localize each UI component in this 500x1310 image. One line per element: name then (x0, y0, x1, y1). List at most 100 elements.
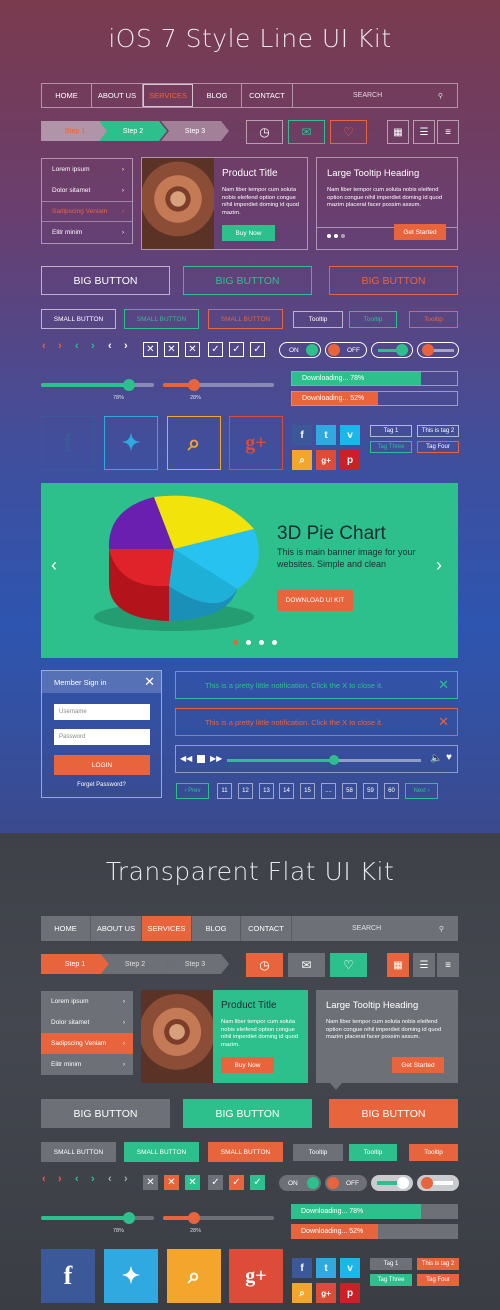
tag[interactable]: This is tag 2 (417, 425, 459, 437)
toggle-green[interactable] (371, 342, 413, 358)
username-field[interactable]: Username (54, 704, 150, 720)
tag[interactable]: This is tag 2 (417, 1258, 459, 1270)
search-input[interactable]: SEARCH ⚲ (293, 84, 457, 107)
dot[interactable] (341, 234, 345, 238)
menu-item-lorem[interactable]: Lorem ipsum › (41, 991, 133, 1012)
nav-services[interactable]: SERVICES (142, 916, 192, 941)
pagination-next[interactable]: Next › (405, 783, 438, 799)
slide-dot[interactable] (246, 640, 251, 645)
step-2[interactable]: Step 2 (99, 121, 167, 141)
chevron-right-icon[interactable]: › (436, 555, 442, 576)
facebook-icon[interactable]: f (292, 425, 312, 445)
grid-icon[interactable]: ▦ (387, 120, 409, 144)
forgot-password-link[interactable]: Forget Password? (42, 782, 161, 788)
get-started-button[interactable]: Get Started (394, 224, 446, 240)
close-icon[interactable]: ✕ (164, 1175, 179, 1190)
vimeo-icon[interactable]: v (340, 425, 360, 445)
stop-icon[interactable] (197, 755, 205, 763)
gplus-icon[interactable]: g+ (316, 1283, 336, 1303)
small-button-green[interactable]: SMALL BUTTON (124, 309, 199, 329)
small-button-grey[interactable]: SMALL BUTTON (41, 1142, 116, 1162)
nav-about[interactable]: ABOUT US (92, 84, 143, 107)
check-icon[interactable]: ✓ (208, 342, 223, 357)
nav-blog[interactable]: BLOG (193, 84, 242, 107)
rss-icon[interactable]: ⌕ (292, 450, 312, 470)
search-icon[interactable]: ⚲ (438, 92, 443, 100)
step-3[interactable]: Step 3 (161, 954, 229, 974)
step-3[interactable]: Step 3 (161, 121, 229, 141)
heart-icon[interactable]: ♥ (446, 752, 452, 763)
nav-contact[interactable]: CONTACT (242, 84, 293, 107)
close-icon[interactable]: ✕ (438, 677, 449, 693)
page-link[interactable]: 11 (217, 783, 232, 799)
toggle-orange[interactable] (417, 342, 459, 358)
tag[interactable]: Tag Three (370, 1274, 412, 1286)
slide-dot[interactable] (233, 640, 238, 645)
menu-item-lorem[interactable]: Lorem ipsum › (42, 159, 132, 180)
nav-home[interactable]: HOME (41, 916, 91, 941)
dot[interactable] (334, 234, 338, 238)
vimeo-icon[interactable]: v (340, 1258, 360, 1278)
chevron-left-icon[interactable]: ‹ (108, 340, 112, 352)
nav-home[interactable]: HOME (42, 84, 92, 107)
heart-icon[interactable]: ♡ (330, 120, 367, 144)
slide-dot[interactable] (259, 640, 264, 645)
chevron-right-icon[interactable]: › (58, 1173, 62, 1185)
big-button-green[interactable]: BIG BUTTON (183, 1099, 312, 1128)
page-link[interactable]: 60 (384, 783, 399, 799)
check-icon[interactable]: ✓ (250, 1175, 265, 1190)
tag[interactable]: Tag 1 (370, 425, 412, 437)
tag[interactable]: Tag 1 (370, 1258, 412, 1270)
rss-icon[interactable]: ⌕ (167, 416, 221, 470)
chevron-left-icon[interactable]: ‹ (75, 1173, 79, 1185)
search-icon[interactable]: ⚲ (439, 925, 444, 933)
close-icon[interactable]: ✕ (185, 1175, 200, 1190)
close-icon[interactable]: ✕ (144, 674, 155, 690)
gplus-icon[interactable]: g+ (229, 416, 283, 470)
player-handle[interactable] (328, 755, 339, 765)
chevron-left-icon[interactable]: ‹ (42, 1173, 46, 1185)
small-button-orange[interactable]: SMALL BUTTON (208, 1142, 283, 1162)
slider-handle[interactable] (188, 379, 201, 391)
pinterest-icon[interactable]: p (340, 450, 360, 470)
chevron-right-icon[interactable]: › (124, 340, 128, 352)
rewind-icon[interactable]: ◀◀ (180, 754, 192, 763)
toggle-off[interactable]: OFF (325, 1175, 367, 1191)
tooltip-orange[interactable]: Tooltip (409, 1144, 458, 1161)
password-field[interactable]: Password (54, 729, 150, 745)
page-link[interactable]: 58 (342, 783, 357, 799)
page-link[interactable]: 12 (238, 783, 253, 799)
grid-icon[interactable]: ▦ (387, 953, 409, 977)
chevron-right-icon[interactable]: › (58, 340, 62, 352)
forward-icon[interactable]: ▶▶ (210, 754, 222, 763)
tooltip-green[interactable]: Tooltip (349, 1144, 397, 1161)
download-kit-button[interactable]: DOWNLOAD UI KIT (277, 590, 353, 611)
check-icon[interactable]: ✓ (229, 342, 244, 357)
nav-contact[interactable]: CONTACT (241, 916, 292, 941)
big-button-white[interactable]: BIG BUTTON (41, 266, 170, 295)
list-icon[interactable]: ☰ (413, 953, 435, 977)
step-2[interactable]: Step 2 (101, 954, 169, 974)
list-icon[interactable]: ☰ (413, 120, 435, 144)
toggle-on[interactable]: ON (279, 342, 321, 358)
facebook-icon[interactable]: f (292, 1258, 312, 1278)
chevron-right-icon[interactable]: › (124, 1173, 128, 1185)
facebook-icon[interactable]: f (41, 416, 95, 470)
check-icon[interactable]: ✓ (250, 342, 265, 357)
small-button-orange[interactable]: SMALL BUTTON (208, 309, 283, 329)
page-link[interactable]: 15 (300, 783, 315, 799)
gplus-icon[interactable]: g+ (229, 1249, 283, 1303)
slider-handle[interactable] (123, 1212, 136, 1224)
menu-item-elitr[interactable]: Elitr minim › (42, 222, 132, 243)
inbox-icon[interactable]: ✉ (288, 953, 325, 977)
buy-now-button[interactable]: Buy Now (221, 1057, 274, 1073)
check-icon[interactable]: ✓ (229, 1175, 244, 1190)
small-button-white[interactable]: SMALL BUTTON (41, 309, 116, 329)
tag[interactable]: Tag Four (417, 441, 459, 453)
step-1[interactable]: Step 1 (41, 121, 109, 141)
toggle-orange[interactable] (417, 1175, 459, 1191)
rss-icon[interactable]: ⌕ (167, 1249, 221, 1303)
chevron-left-icon[interactable]: ‹ (108, 1173, 112, 1185)
toggle-off[interactable]: OFF (325, 342, 367, 358)
dot[interactable] (327, 234, 331, 238)
